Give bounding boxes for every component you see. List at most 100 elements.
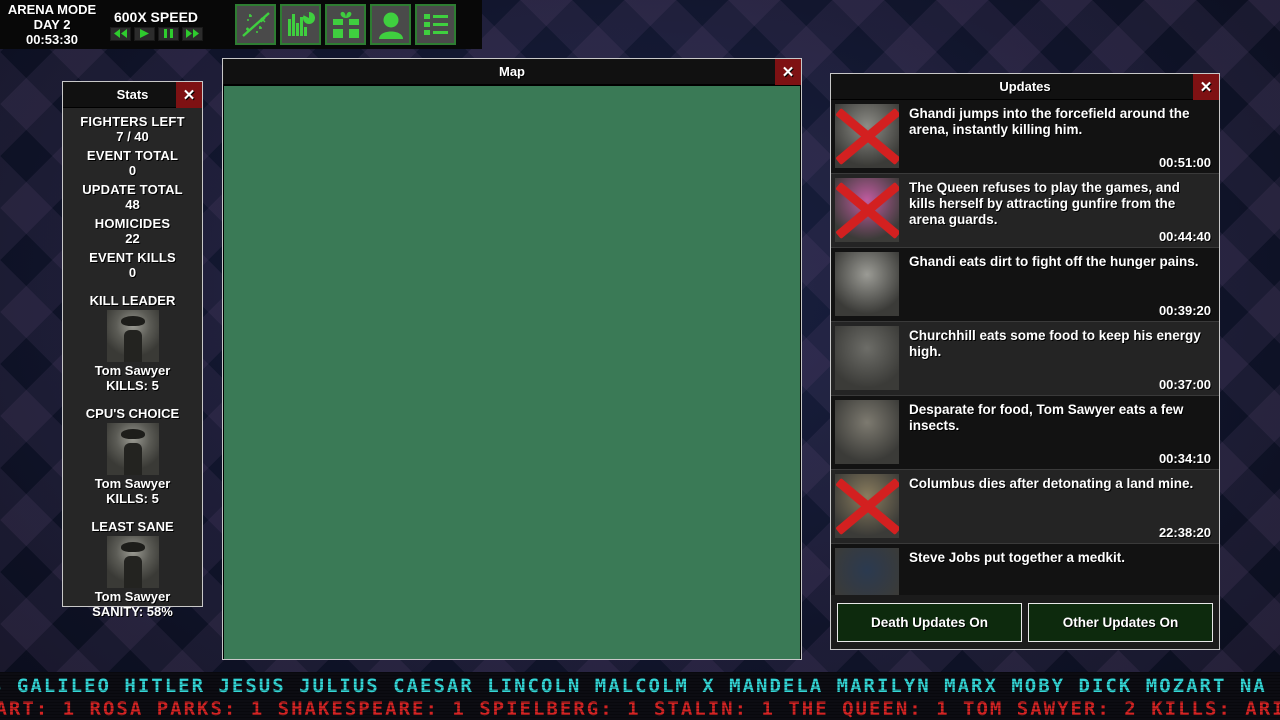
- dead-x-icon: [835, 178, 899, 242]
- map-icon[interactable]: [235, 4, 276, 45]
- update-timestamp: 00:51:00: [1158, 155, 1211, 170]
- update-content: Columbus dies after detonating a land mi…: [899, 474, 1213, 541]
- stat-row: HOMICIDES 22: [63, 216, 202, 246]
- stats-window-titlebar: Stats ✕: [63, 82, 202, 108]
- stat-row: UPDATE TOTAL 48: [63, 182, 202, 212]
- update-content: Steve Jobs put together a medkit.: [899, 548, 1213, 595]
- update-text: Churchhill eats some food to keep his en…: [909, 328, 1201, 359]
- update-row[interactable]: Steve Jobs put together a medkit.: [831, 544, 1219, 595]
- stats-body: FIGHTERS LEFT 7 / 40 EVENT TOTAL 0 UPDATE TO…: [63, 108, 202, 619]
- award-block: CPU'S CHOICE Tom Sawyer KILLS: 5: [63, 406, 202, 506]
- stat-label: HOMICIDES: [94, 216, 171, 231]
- avatar: [835, 178, 899, 242]
- dead-x-icon: [835, 104, 899, 168]
- award-stat: SANITY: 58%: [92, 604, 173, 619]
- map-terrain: [224, 86, 800, 659]
- close-icon[interactable]: ✕: [176, 82, 202, 108]
- close-icon[interactable]: ✕: [1193, 74, 1219, 100]
- update-content: Ghandi jumps into the forcefield around …: [899, 104, 1213, 171]
- stat-row: FIGHTERS LEFT 7 / 40: [63, 114, 202, 144]
- update-text: Columbus dies after detonating a land mi…: [909, 476, 1194, 491]
- speed-buttons: [106, 26, 206, 41]
- top-toolbar: ARENA MODE DAY 2 00:53:30 600X SPEED: [0, 0, 482, 49]
- other-updates-toggle[interactable]: Other Updates On: [1028, 602, 1213, 642]
- play-button[interactable]: [133, 26, 155, 41]
- stat-label: UPDATE TOTAL: [82, 182, 183, 197]
- award-fighter-name: Tom Sawyer: [94, 476, 171, 491]
- update-text: Desparate for food, Tom Sawyer eats a fe…: [909, 402, 1184, 433]
- speed-label: 600X SPEED: [113, 8, 199, 25]
- award-title: KILL LEADER: [89, 293, 176, 308]
- update-text: The Queen refuses to play the games, and…: [909, 180, 1180, 227]
- avatar: [106, 423, 159, 475]
- pause-button[interactable]: [157, 26, 179, 41]
- game-screen: ARENA MODE DAY 2 00:53:30 600X SPEED Sta…: [0, 0, 1280, 720]
- award-title: CPU'S CHOICE: [85, 406, 180, 421]
- update-content: Desparate for food, Tom Sawyer eats a fe…: [899, 400, 1213, 467]
- stat-label: EVENT TOTAL: [86, 148, 179, 163]
- avatar: [106, 310, 159, 362]
- update-row[interactable]: The Queen refuses to play the games, and…: [831, 174, 1219, 248]
- death-updates-toggle[interactable]: Death Updates On: [837, 602, 1022, 642]
- list-icon[interactable]: [415, 4, 456, 45]
- map-viewport[interactable]: [224, 86, 800, 659]
- mode-label: ARENA MODE: [7, 2, 97, 17]
- mode-indicator: ARENA MODE DAY 2 00:53:30: [0, 2, 104, 47]
- gift-icon[interactable]: [325, 4, 366, 45]
- update-timestamp: 00:39:20: [1158, 303, 1211, 318]
- update-row[interactable]: Churchhill eats some food to keep his en…: [831, 322, 1219, 396]
- bottom-ticker: S GALILEO HITLER JESUS JULIUS CAESAR LIN…: [0, 672, 1280, 720]
- fighter-icon[interactable]: [370, 4, 411, 45]
- update-row[interactable]: Desparate for food, Tom Sawyer eats a fe…: [831, 396, 1219, 470]
- update-text: Ghandi jumps into the forcefield around …: [909, 106, 1190, 137]
- update-content: The Queen refuses to play the games, and…: [899, 178, 1213, 245]
- update-row[interactable]: Columbus dies after detonating a land mi…: [831, 470, 1219, 544]
- award-fighter-name: Tom Sawyer: [94, 589, 171, 604]
- updates-toggle-bar: Death Updates On Other Updates On: [831, 595, 1219, 649]
- stats-window-title: Stats: [116, 87, 149, 102]
- award-block: KILL LEADER Tom Sawyer KILLS: 5: [63, 293, 202, 393]
- update-content: Ghandi eats dirt to fight off the hunger…: [899, 252, 1213, 319]
- avatar: [835, 400, 899, 464]
- stat-value: 22: [125, 231, 140, 246]
- avatar: [835, 104, 899, 168]
- stat-value: 7 / 40: [116, 129, 149, 144]
- rewind-button[interactable]: [109, 26, 131, 41]
- avatar: [835, 474, 899, 538]
- update-timestamp: 00:37:00: [1158, 377, 1211, 392]
- map-window-title: Map: [499, 64, 525, 79]
- fast-forward-button[interactable]: [181, 26, 203, 41]
- map-window-titlebar: Map ✕: [223, 59, 801, 85]
- award-title: LEAST SANE: [91, 519, 174, 534]
- day-label: DAY 2: [33, 17, 71, 32]
- stat-value: 0: [128, 265, 137, 280]
- speed-control: 600X SPEED: [106, 9, 206, 41]
- stat-row: EVENT KILLS 0: [63, 250, 202, 280]
- tool-icon-bar: [235, 4, 456, 45]
- avatar: [106, 536, 159, 588]
- update-content: Churchhill eats some food to keep his en…: [899, 326, 1213, 393]
- avatar: [835, 252, 899, 316]
- stat-row: EVENT TOTAL 0: [63, 148, 202, 178]
- updates-window-title: Updates: [999, 79, 1051, 94]
- award-fighter-name: Tom Sawyer: [94, 363, 171, 378]
- award-stat: KILLS: 5: [106, 491, 159, 506]
- close-icon[interactable]: ✕: [775, 59, 801, 85]
- updates-list[interactable]: Ghandi jumps into the forcefield around …: [831, 100, 1219, 595]
- stat-label: FIGHTERS LEFT: [80, 114, 185, 129]
- award-stat: KILLS: 5: [106, 378, 159, 393]
- ticker-kills-line: ZART: 1 ROSA PARKS: 1 SHAKESPEARE: 1 SPI…: [0, 698, 1280, 720]
- update-row[interactable]: Ghandi eats dirt to fight off the hunger…: [831, 248, 1219, 322]
- clock-label: 00:53:30: [25, 32, 79, 47]
- stat-value: 48: [125, 197, 140, 212]
- dead-x-icon: [835, 474, 899, 538]
- update-timestamp: 00:44:40: [1158, 229, 1211, 244]
- stats-chart-icon[interactable]: [280, 4, 321, 45]
- avatar: [835, 326, 899, 390]
- avatar: [835, 548, 899, 595]
- award-block: LEAST SANE Tom Sawyer SANITY: 58%: [63, 519, 202, 619]
- update-row[interactable]: Ghandi jumps into the forcefield around …: [831, 100, 1219, 174]
- ticker-names-line: S GALILEO HITLER JESUS JULIUS CAESAR LIN…: [0, 675, 1267, 697]
- update-timestamp: 22:38:20: [1158, 525, 1211, 540]
- update-text: Steve Jobs put together a medkit.: [909, 550, 1126, 565]
